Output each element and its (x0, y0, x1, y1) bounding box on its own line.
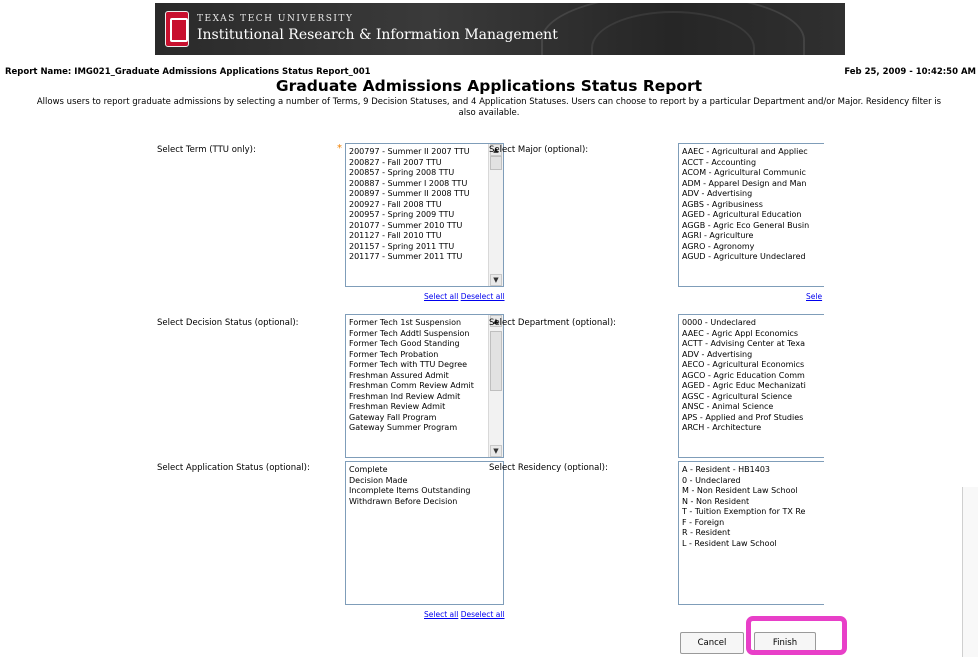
list-option[interactable]: Complete (349, 465, 503, 476)
list-option[interactable]: AGRI - Agriculture (682, 231, 824, 242)
list-option[interactable]: 200927 - Fall 2008 TTU (349, 200, 503, 211)
list-option[interactable]: AGUD - Agriculture Undeclared (682, 252, 824, 263)
list-option[interactable]: 201177 - Summer 2011 TTU (349, 252, 503, 263)
department-listbox[interactable]: 0000 - Undeclared AAEC - Agric Appl Econo… (678, 314, 824, 458)
list-option[interactable]: 0000 - Undeclared (682, 318, 824, 329)
scroll-thumb[interactable] (490, 156, 502, 170)
list-option[interactable]: 201127 - Fall 2010 TTU (349, 231, 503, 242)
list-option[interactable]: N - Non Resident (682, 497, 824, 508)
list-option[interactable]: ACCT - Accounting (682, 158, 824, 169)
list-option[interactable]: AGBS - Agribusiness (682, 200, 824, 211)
application-label: Select Application Status (optional): (157, 463, 310, 473)
list-option[interactable]: A - Resident - HB1403 (682, 465, 824, 476)
decision-label: Select Decision Status (optional): (157, 318, 299, 328)
list-option[interactable]: Incomplete Items Outstanding (349, 486, 503, 497)
university-name: TEXAS TECH UNIVERSITY (197, 14, 354, 24)
report-description: Allows users to report graduate admissio… (0, 97, 978, 119)
list-option[interactable]: AGGB - Agric Eco General Busin (682, 221, 824, 232)
description-line: Allows users to report graduate admissio… (36, 97, 942, 107)
decision-scrollbar[interactable]: ▲ ▼ (488, 315, 503, 457)
term-label: Select Term (TTU only): (157, 145, 256, 155)
window-edge (962, 487, 978, 657)
list-option[interactable]: 200857 - Spring 2008 TTU (349, 168, 503, 179)
required-marker: * (337, 143, 342, 154)
report-date: Feb 25, 2009 - 10:42:50 AM (844, 67, 976, 77)
list-option[interactable]: L - Resident Law School (682, 539, 824, 550)
list-option[interactable]: 200797 - Summer II 2007 TTU (349, 147, 503, 158)
list-option[interactable]: AGED - Agricultural Education (682, 210, 824, 221)
department-name: Institutional Research & Information Man… (197, 27, 558, 43)
header-banner: TEXAS TECH UNIVERSITY Institutional Rese… (155, 3, 845, 55)
major-select-links: Sele (806, 292, 822, 301)
list-option[interactable]: ADM - Apparel Design and Man (682, 179, 824, 190)
list-option[interactable]: Freshman Assured Admit (349, 371, 503, 382)
list-option[interactable]: AECO - Agricultural Economics (682, 360, 824, 371)
list-option[interactable]: Gateway Summer Program (349, 423, 503, 434)
scroll-down-icon[interactable]: ▼ (490, 274, 502, 286)
list-option[interactable]: AAEC - Agricultural and Appliec (682, 147, 824, 158)
residency-listbox[interactable]: A - Resident - HB1403 0 - Undeclared M - N… (678, 461, 824, 605)
list-option[interactable]: T - Tuition Exemption for TX Re (682, 507, 824, 518)
list-option[interactable]: 200887 - Summer I 2008 TTU (349, 179, 503, 190)
term-listbox[interactable]: 200797 - Summer II 2007 TTU 200827 - Fall… (345, 143, 504, 287)
list-option[interactable]: M - Non Resident Law School (682, 486, 824, 497)
list-option[interactable]: AGSC - Agricultural Science (682, 392, 824, 403)
list-option[interactable]: Withdrawn Before Decision (349, 497, 503, 508)
description-line: also available. (458, 108, 520, 118)
list-option[interactable]: AGCO - Agric Education Comm (682, 371, 824, 382)
list-option[interactable]: ADV - Advertising (682, 350, 824, 361)
term-select-links: Select all Deselect all (424, 292, 505, 301)
list-option[interactable]: 201077 - Summer 2010 TTU (349, 221, 503, 232)
list-option[interactable]: ANSC - Animal Science (682, 402, 824, 413)
term-deselect-all-link[interactable]: Deselect all (461, 292, 505, 301)
list-option[interactable]: Decision Made (349, 476, 503, 487)
application-select-links: Select all Deselect all (424, 610, 505, 619)
list-option[interactable]: ACOM - Agricultural Communic (682, 168, 824, 179)
list-option[interactable]: ADV - Advertising (682, 189, 824, 200)
list-option[interactable]: 200827 - Fall 2007 TTU (349, 158, 503, 169)
ttu-logo-icon (165, 11, 189, 47)
list-option[interactable]: APS - Applied and Prof Studies (682, 413, 824, 424)
term-select-all-link[interactable]: Select all (424, 292, 458, 301)
scroll-thumb[interactable] (490, 331, 502, 391)
list-option[interactable]: AGRO - Agronomy (682, 242, 824, 253)
report-name: Report Name: IMG021_Graduate Admissions … (5, 67, 371, 77)
list-option[interactable]: Former Tech 1st Suspension (349, 318, 503, 329)
application-listbox[interactable]: Complete Decision Made Incomplete Items Ou… (345, 461, 504, 605)
list-option[interactable]: Former Tech with TTU Degree (349, 360, 503, 371)
list-option[interactable]: F - Foreign (682, 518, 824, 529)
list-option[interactable]: Freshman Ind Review Admit (349, 392, 503, 403)
department-label: Select Department (optional): (489, 318, 617, 328)
list-option[interactable]: AAEC - Agric Appl Economics (682, 329, 824, 340)
list-option[interactable]: ARCH - Architecture (682, 423, 824, 434)
major-listbox[interactable]: AAEC - Agricultural and Appliec ACCT - Ac… (678, 143, 824, 287)
list-option[interactable]: Freshman Review Admit (349, 402, 503, 413)
list-option[interactable]: Former Tech Probation (349, 350, 503, 361)
scroll-down-icon[interactable]: ▼ (490, 445, 502, 457)
finish-highlight-box (746, 616, 847, 655)
list-option[interactable]: Former Tech Good Standing (349, 339, 503, 350)
list-option[interactable]: Gateway Fall Program (349, 413, 503, 424)
term-scrollbar[interactable]: ▲ ▼ (488, 144, 503, 286)
list-option[interactable]: Former Tech Addtl Suspension (349, 329, 503, 340)
page-title: Graduate Admissions Applications Status … (275, 77, 703, 95)
list-option[interactable]: R - Resident (682, 528, 824, 539)
list-option[interactable]: Freshman Comm Review Admit (349, 381, 503, 392)
major-select-link[interactable]: Sele (806, 292, 822, 301)
list-option[interactable]: ACTT - Advising Center at Texa (682, 339, 824, 350)
cancel-button[interactable]: Cancel (680, 632, 744, 654)
residency-label: Select Residency (optional): (489, 463, 608, 473)
decision-listbox[interactable]: Former Tech 1st Suspension Former Tech Ad… (345, 314, 504, 458)
application-select-all-link[interactable]: Select all (424, 610, 458, 619)
list-option[interactable]: 200897 - Summer II 2008 TTU (349, 189, 503, 200)
list-option[interactable]: AGED - Agric Educ Mechanizati (682, 381, 824, 392)
list-option[interactable]: 200957 - Spring 2009 TTU (349, 210, 503, 221)
list-option[interactable]: 201157 - Spring 2011 TTU (349, 242, 503, 253)
list-option[interactable]: 0 - Undeclared (682, 476, 824, 487)
major-label: Select Major (optional): (489, 145, 589, 155)
application-deselect-all-link[interactable]: Deselect all (461, 610, 505, 619)
